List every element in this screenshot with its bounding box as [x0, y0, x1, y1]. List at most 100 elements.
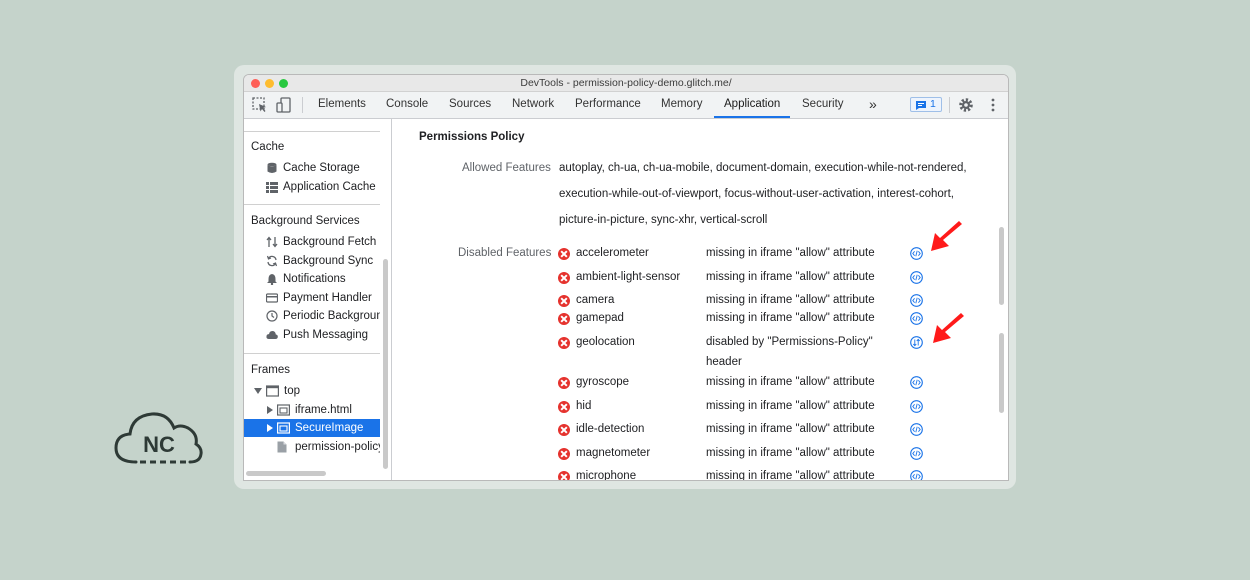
sidebar-item-label: Cache Storage [283, 162, 360, 174]
reveal-in-elements-icon[interactable] [910, 247, 923, 260]
reveal-in-elements-icon[interactable] [910, 470, 923, 480]
feature-reason: missing in iframe "allow" attribute [706, 400, 875, 412]
reveal-in-elements-icon[interactable] [910, 423, 923, 436]
cloud-icon [266, 331, 278, 339]
reveal-in-elements-icon[interactable] [910, 294, 923, 307]
sidebar-horizontal-scrollbar[interactable] [246, 471, 326, 476]
tab-application[interactable]: Application [714, 92, 791, 118]
card-icon [266, 293, 278, 303]
feature-reason: missing in iframe "allow" attribute [706, 423, 875, 435]
feature-reason: disabled by "Permissions-Policy" [706, 336, 873, 348]
sidebar-item-label: Periodic Background Sync [283, 310, 380, 322]
allowed-features-label: Allowed Features [462, 162, 551, 174]
triangle-down-icon[interactable] [254, 387, 263, 395]
device-toolbar-icon[interactable] [275, 96, 293, 114]
sidebar-item-label: Background Sync [283, 255, 374, 267]
error-icon [558, 424, 570, 436]
sidebar-heading-frames: Frames [251, 364, 290, 376]
panel-vertical-scrollbar[interactable] [999, 227, 1004, 305]
sidebar-item-payment-handler[interactable]: Payment Handler [266, 289, 380, 307]
tab-memory[interactable]: Memory [651, 92, 713, 118]
tab-security[interactable]: Security [792, 92, 854, 118]
sidebar-item-background-sync[interactable]: Background Sync [266, 252, 380, 270]
reveal-in-elements-icon[interactable] [910, 312, 923, 325]
sidebar-item-application-cache[interactable]: Application Cache [266, 178, 380, 196]
tab-network[interactable]: Network [502, 92, 564, 118]
sidebar-item-label: Application Cache [283, 181, 376, 193]
feature-reason: missing in iframe "allow" attribute [706, 247, 875, 259]
triangle-right-icon[interactable] [266, 406, 274, 415]
tab-sources[interactable]: Sources [439, 92, 501, 118]
grid-icon [266, 182, 278, 193]
reveal-in-elements-icon[interactable] [910, 447, 923, 460]
application-sidebar: Cache Cache Storage Application Cache Ba… [244, 119, 392, 480]
iframe-icon [277, 404, 290, 416]
sidebar-item-label: Push Messaging [283, 329, 369, 341]
devtools-window: DevTools - permission-policy-demo.glitch… [243, 74, 1009, 481]
error-icon [558, 272, 570, 284]
file-icon [277, 441, 287, 453]
feature-reason: missing in iframe "allow" attribute [706, 294, 875, 306]
disabled-features-label: Disabled Features [458, 247, 552, 259]
panel-vertical-scrollbar[interactable] [999, 333, 1004, 413]
sidebar-item-label: permission-policy.js [295, 441, 380, 453]
error-icon [558, 337, 570, 349]
feature-name: gamepad [576, 312, 624, 324]
error-icon [558, 295, 570, 307]
sidebar-item-push-messaging[interactable]: Push Messaging [266, 326, 380, 344]
error-icon [558, 471, 570, 480]
message-icon [916, 101, 926, 110]
reveal-network-request-icon[interactable] [910, 336, 923, 349]
sidebar-item-script-file[interactable]: permission-policy.js [277, 438, 380, 456]
sidebar-item-background-fetch[interactable]: Background Fetch [266, 233, 380, 251]
allowed-features-line: autoplay, ch-ua, ch-ua-mobile, document-… [559, 162, 967, 174]
kebab-menu-icon[interactable] [984, 96, 1002, 114]
window-title: DevTools - permission-policy-demo.glitch… [520, 77, 732, 89]
sidebar-divider [244, 204, 380, 205]
triangle-right-icon[interactable] [266, 424, 274, 433]
bell-icon [267, 274, 277, 285]
sidebar-item-periodic-background-sync[interactable]: Periodic Background Sync [266, 307, 380, 325]
allowed-features-line: picture-in-picture, sync-xhr, vertical-s… [559, 214, 768, 226]
feature-name: gyroscope [576, 376, 630, 388]
nc-cloud-logo: NC [114, 412, 203, 464]
gear-icon[interactable] [957, 96, 975, 114]
sidebar-heading-background-services: Background Services [251, 215, 360, 227]
logo-text: NC [143, 432, 175, 457]
feature-name: idle-detection [576, 423, 645, 435]
sidebar-divider [244, 131, 380, 132]
feature-reason-continued: header [706, 356, 742, 368]
clock-icon [266, 310, 278, 322]
sidebar-item-notifications[interactable]: Notifications [266, 270, 380, 288]
feature-name: hid [576, 400, 592, 412]
sidebar-heading-cache: Cache [251, 141, 285, 153]
error-icon [558, 248, 570, 260]
database-icon [267, 162, 277, 173]
sidebar-item-frame-iframe[interactable]: iframe.html [266, 401, 380, 419]
sidebar-item-label: Payment Handler [283, 292, 372, 304]
reveal-in-elements-icon[interactable] [910, 271, 923, 284]
iframe-icon [277, 422, 290, 434]
sidebar-vertical-scrollbar[interactable] [383, 259, 388, 469]
inspect-element-icon[interactable] [251, 96, 269, 114]
issues-counter-button[interactable]: 1 [910, 97, 942, 112]
issues-count: 1 [930, 98, 936, 110]
reveal-in-elements-icon[interactable] [910, 400, 923, 413]
feature-name: magnetometer [576, 447, 651, 459]
tab-console[interactable]: Console [376, 92, 438, 118]
section-title: Permissions Policy [419, 131, 525, 143]
tab-performance[interactable]: Performance [565, 92, 651, 118]
feature-reason: missing in iframe "allow" attribute [706, 447, 875, 459]
error-icon [558, 377, 570, 389]
sidebar-item-frame-top[interactable]: top [254, 382, 380, 400]
sidebar-item-label: iframe.html [295, 404, 352, 416]
reveal-in-elements-icon[interactable] [910, 376, 923, 389]
feature-name: geolocation [576, 336, 635, 348]
toolbar-separator [949, 97, 950, 113]
more-tabs-button[interactable]: » [859, 92, 887, 118]
sidebar-item-frame-secureimage[interactable]: SecureImage [266, 419, 380, 437]
error-icon [558, 401, 570, 413]
sidebar-item-cache-storage[interactable]: Cache Storage [266, 159, 380, 177]
tab-elements[interactable]: Elements [308, 92, 376, 118]
feature-reason: missing in iframe "allow" attribute [706, 376, 875, 388]
